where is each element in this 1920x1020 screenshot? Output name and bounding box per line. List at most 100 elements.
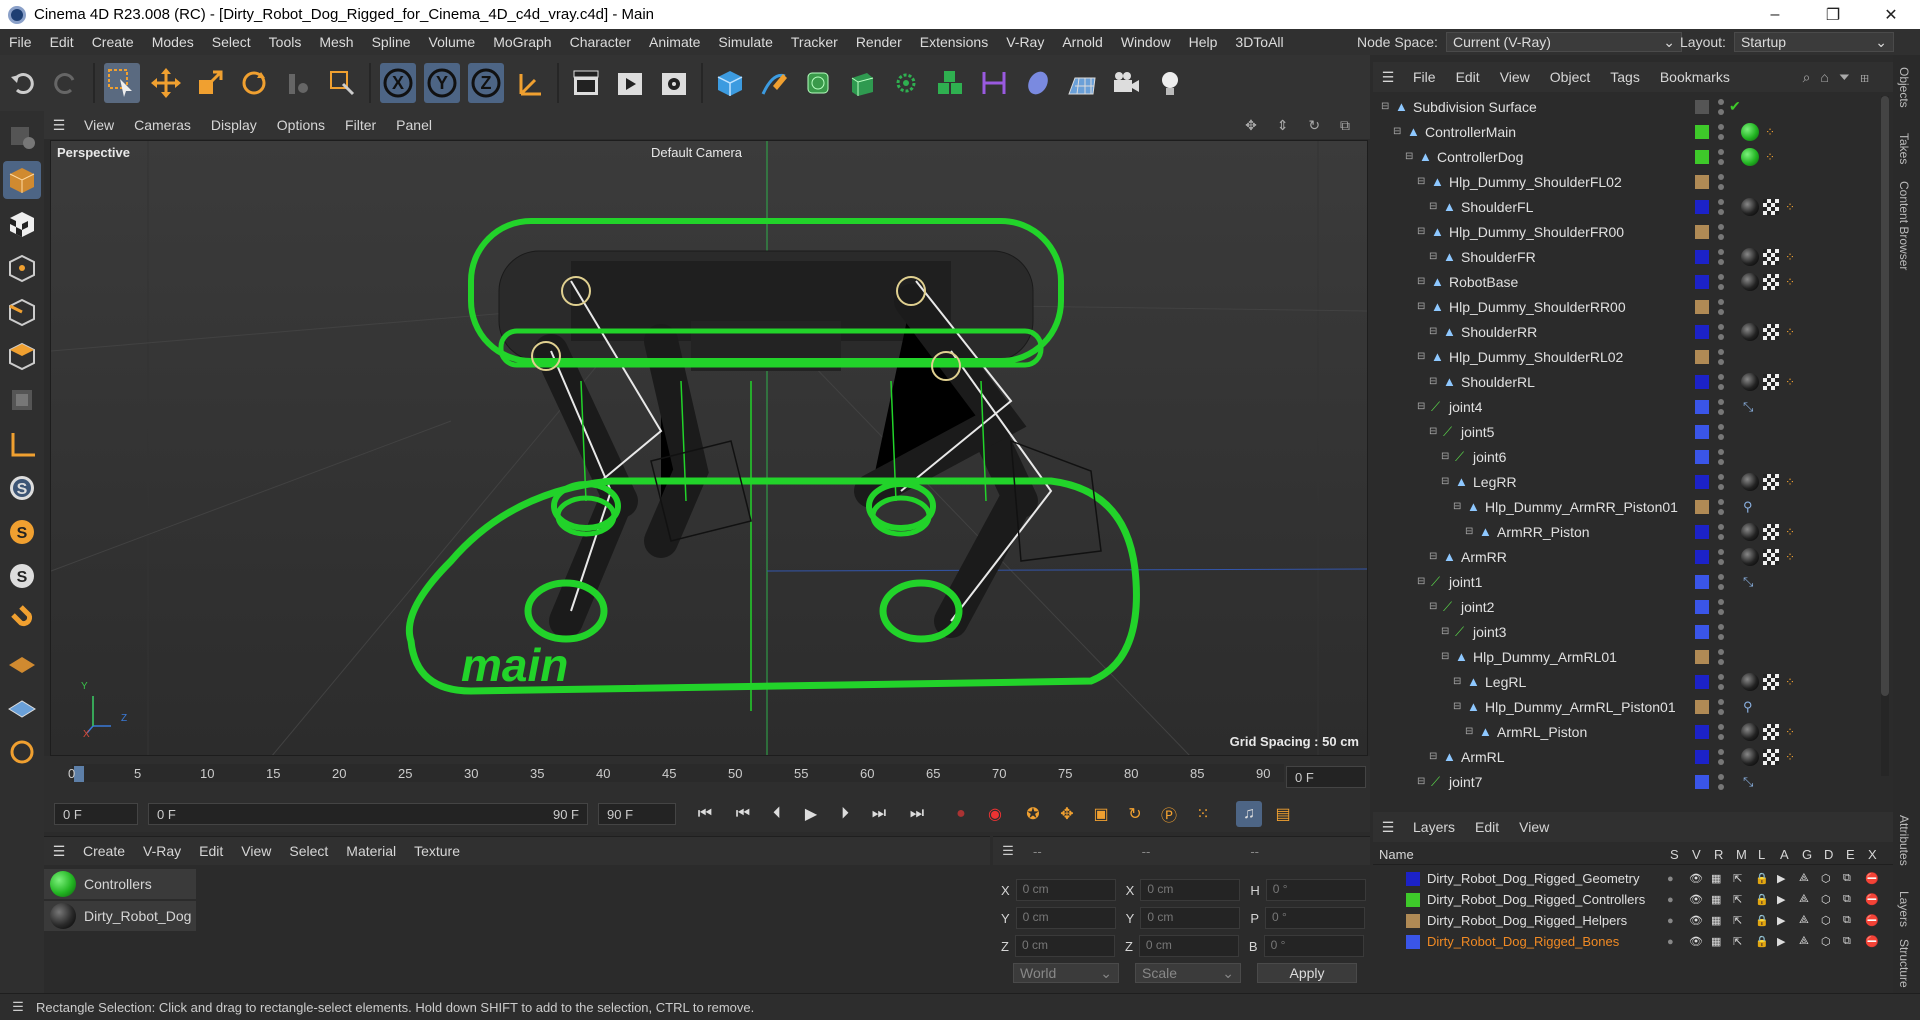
menu-modes[interactable]: Modes bbox=[143, 34, 203, 50]
expand-toggle-icon[interactable]: ⊟ bbox=[1441, 451, 1449, 462]
layer-toggle-icon[interactable]: ▶ bbox=[1777, 893, 1785, 906]
expand-toggle-icon[interactable]: ⊟ bbox=[1441, 476, 1449, 487]
expand-toggle-icon[interactable]: ⊟ bbox=[1429, 751, 1437, 762]
layer-color-swatch[interactable] bbox=[1695, 699, 1709, 714]
material-tag-icon[interactable] bbox=[1741, 322, 1759, 341]
visibility-dots[interactable] bbox=[1718, 748, 1724, 765]
layer-toggle-icon[interactable]: 👁 bbox=[1689, 893, 1703, 906]
expand-toggle-icon[interactable]: ⊟ bbox=[1429, 251, 1437, 262]
layer-toggle-icon[interactable]: 👁 bbox=[1689, 914, 1703, 927]
material-menu-vray[interactable]: V-Ray bbox=[134, 843, 190, 859]
expand-toggle-icon[interactable]: ⊟ bbox=[1417, 351, 1425, 362]
object-row[interactable]: ⊟ ▲ ArmRL ⁘ bbox=[1373, 744, 1878, 769]
layer-row[interactable]: Dirty_Robot_Dog_Rigged_Controllers ● 👁 ▦ ⇱ 🔒 ▶… bbox=[1373, 889, 1893, 910]
cloner-button[interactable] bbox=[888, 63, 924, 103]
size-y-field[interactable]: 0 cm bbox=[1140, 907, 1241, 929]
record-parameter-button[interactable]: Ⓟ bbox=[1156, 801, 1182, 827]
record-pla-button[interactable]: ⁙ bbox=[1190, 801, 1216, 827]
previous-frame-button[interactable]: ⏴ bbox=[764, 801, 790, 827]
layer-toggle-icon[interactable]: 🔒 bbox=[1755, 893, 1769, 906]
object-row[interactable]: ⊟ ▲ ShoulderFR ⁘ bbox=[1373, 244, 1878, 269]
texture-checker-tag-icon[interactable] bbox=[1763, 273, 1779, 290]
expand-toggle-icon[interactable]: ⊟ bbox=[1453, 701, 1461, 712]
expand-toggle-icon[interactable]: ⊟ bbox=[1441, 651, 1449, 662]
expand-toggle-icon[interactable]: ⊟ bbox=[1465, 526, 1473, 537]
layout-dropdown[interactable]: Startup ⌄ bbox=[1733, 32, 1894, 52]
hamburger-menu-icon[interactable]: ☰ bbox=[1373, 819, 1403, 836]
menu-extensions[interactable]: Extensions bbox=[911, 34, 997, 50]
layer-color-swatch[interactable] bbox=[1695, 99, 1709, 114]
material-tag-icon[interactable] bbox=[1741, 747, 1759, 766]
object-menu-bookmarks[interactable]: Bookmarks bbox=[1650, 69, 1740, 85]
next-keyframe-button[interactable]: ⏭ bbox=[866, 801, 892, 827]
autokeying-button[interactable]: ◉ bbox=[982, 801, 1008, 827]
visibility-dots[interactable] bbox=[1718, 123, 1724, 140]
edges-mode-button[interactable] bbox=[3, 293, 41, 331]
texture-checker-tag-icon[interactable] bbox=[1763, 748, 1779, 765]
field-button[interactable] bbox=[1020, 63, 1056, 103]
layer-toggle-icon[interactable]: ● bbox=[1667, 873, 1674, 885]
layer-toggle-icon[interactable]: ⧉ bbox=[1843, 935, 1851, 948]
layer-toggle-icon[interactable]: ▦ bbox=[1711, 914, 1721, 927]
visibility-dots[interactable] bbox=[1718, 498, 1724, 515]
rotate-tool-button[interactable] bbox=[236, 63, 272, 103]
close-button[interactable]: ✕ bbox=[1862, 0, 1920, 29]
visibility-dots[interactable] bbox=[1718, 198, 1724, 215]
make-editable-button[interactable] bbox=[3, 117, 41, 155]
go-to-end-button[interactable]: ⏭ bbox=[904, 801, 930, 827]
ik-tag-icon[interactable]: ⤡ bbox=[1743, 574, 1753, 590]
hierarchy-tag-icon[interactable]: ⁘ bbox=[1785, 725, 1795, 739]
material-menu-material[interactable]: Material bbox=[337, 843, 405, 859]
layer-color-swatch[interactable] bbox=[1695, 224, 1709, 239]
layer-column-header[interactable]: L bbox=[1758, 847, 1765, 862]
material-item[interactable]: Controllers bbox=[44, 869, 196, 899]
x-axis-button[interactable]: X bbox=[380, 63, 416, 103]
ik-tag-icon[interactable]: ⤡ bbox=[1743, 399, 1753, 415]
move-tool-button[interactable] bbox=[148, 63, 184, 103]
material-tag-icon[interactable] bbox=[1741, 122, 1759, 141]
visibility-dots[interactable] bbox=[1718, 298, 1724, 315]
record-rotation-button[interactable]: ↻ bbox=[1122, 801, 1148, 827]
layer-toggle-icon[interactable]: ● bbox=[1667, 915, 1674, 927]
object-row[interactable]: ⊟ ▲ ControllerMain ⁘ bbox=[1373, 119, 1878, 144]
menu-character[interactable]: Character bbox=[561, 34, 640, 50]
visibility-dots[interactable] bbox=[1718, 473, 1724, 490]
frame-range-slider[interactable]: 0 F 90 F bbox=[148, 803, 588, 825]
layer-column-header[interactable]: G bbox=[1802, 847, 1812, 862]
layer-row[interactable]: Dirty_Robot_Dog_Rigged_Bones ● 👁 ▦ ⇱ 🔒 ▶ ⟁ ⬡ ⧉ ⛔ bbox=[1373, 931, 1893, 952]
hamburger-menu-icon[interactable]: ☰ bbox=[0, 999, 36, 1015]
expand-toggle-icon[interactable]: ⊟ bbox=[1417, 276, 1425, 287]
object-row[interactable]: ⊟ ▲ LegRL ⁘ bbox=[1373, 669, 1878, 694]
layer-toggle-icon[interactable]: ▶ bbox=[1777, 935, 1785, 948]
layer-color-swatch[interactable] bbox=[1695, 124, 1709, 139]
layer-color-swatch[interactable] bbox=[1695, 149, 1709, 164]
material-menu-edit[interactable]: Edit bbox=[190, 843, 232, 859]
layer-color-swatch[interactable] bbox=[1695, 674, 1709, 689]
texture-checker-tag-icon[interactable] bbox=[1763, 323, 1779, 340]
layer-toggle-icon[interactable]: ▶ bbox=[1777, 914, 1785, 927]
mograph-cubes-button[interactable] bbox=[932, 63, 968, 103]
expand-toggle-icon[interactable]: ⊟ bbox=[1429, 201, 1437, 212]
hierarchy-tag-icon[interactable]: ⁘ bbox=[1785, 275, 1795, 289]
expand-toggle-icon[interactable]: ⊟ bbox=[1453, 501, 1461, 512]
object-row[interactable]: ⊟ ▲ ShoulderFL ⁘ bbox=[1373, 194, 1878, 219]
visibility-dots[interactable] bbox=[1718, 598, 1724, 615]
menu-spline[interactable]: Spline bbox=[363, 34, 420, 50]
points-mode-button[interactable] bbox=[3, 249, 41, 287]
object-row[interactable]: ⊟ ⟋ joint5 bbox=[1373, 419, 1878, 444]
menu-vray[interactable]: V-Ray bbox=[997, 34, 1053, 50]
material-tag-icon[interactable] bbox=[1741, 547, 1759, 566]
layer-menu-edit[interactable]: Edit bbox=[1465, 819, 1509, 835]
y-axis-button[interactable]: Y bbox=[424, 63, 460, 103]
layer-toggle-icon[interactable]: ⛔ bbox=[1865, 872, 1879, 885]
menu-edit[interactable]: Edit bbox=[41, 34, 83, 50]
layer-column-header[interactable]: M bbox=[1736, 847, 1747, 862]
position-y-field[interactable]: 0 cm bbox=[1015, 907, 1116, 929]
node-space-dropdown[interactable]: Current (V-Ray) ⌄ bbox=[1445, 32, 1682, 52]
layer-toggle-icon[interactable]: ▶ bbox=[1777, 872, 1785, 885]
menu-simulate[interactable]: Simulate bbox=[709, 34, 781, 50]
texture-checker-tag-icon[interactable] bbox=[1763, 473, 1779, 490]
tab-attributes[interactable]: Attributes bbox=[1897, 815, 1911, 866]
interpolation-button[interactable]: ♫ bbox=[1236, 801, 1262, 827]
expand-toggle-icon[interactable]: ⊟ bbox=[1417, 401, 1425, 412]
